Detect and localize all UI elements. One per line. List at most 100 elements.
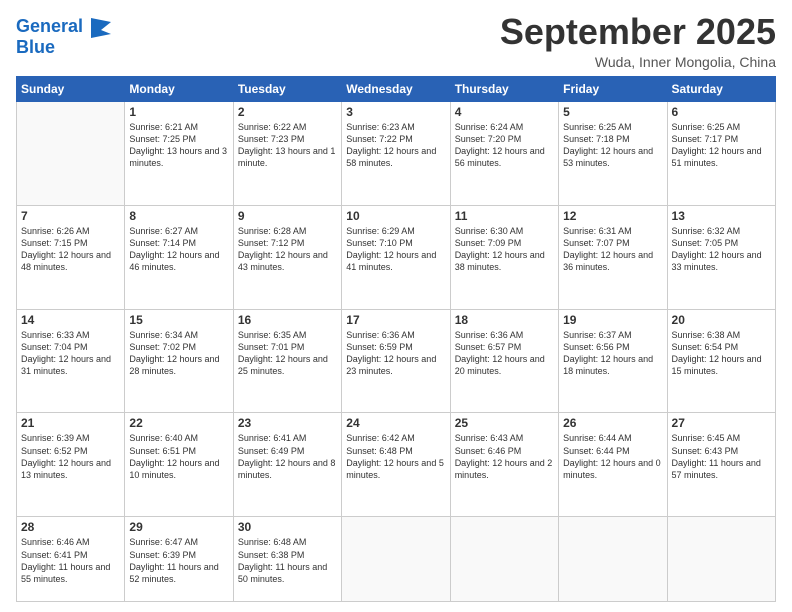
- week-row-2: 14 Sunrise: 6:33 AM Sunset: 7:04 PM Dayli…: [17, 309, 776, 413]
- day-info: Sunrise: 6:21 AM Sunset: 7:25 PM Dayligh…: [129, 121, 228, 170]
- day-cell: 11 Sunrise: 6:30 AM Sunset: 7:09 PM Dayli…: [450, 205, 558, 309]
- day-info: Sunrise: 6:23 AM Sunset: 7:22 PM Dayligh…: [346, 121, 445, 170]
- day-cell: 4 Sunrise: 6:24 AM Sunset: 7:20 PM Daylig…: [450, 101, 558, 205]
- day-number: 21: [21, 416, 120, 430]
- day-number: 13: [672, 209, 771, 223]
- day-info: Sunrise: 6:35 AM Sunset: 7:01 PM Dayligh…: [238, 329, 337, 378]
- day-cell: 19Sunrise: 6:37 AM Sunset: 6:56 PM Dayli…: [559, 309, 667, 413]
- day-cell: 16 Sunrise: 6:35 AM Sunset: 7:01 PM Dayli…: [233, 309, 341, 413]
- day-info: Sunrise: 6:32 AM Sunset: 7:05 PM Dayligh…: [672, 225, 771, 274]
- week-row-3: 21Sunrise: 6:39 AM Sunset: 6:52 PM Dayli…: [17, 413, 776, 517]
- day-number: 6: [672, 105, 771, 119]
- header-friday: Friday: [559, 76, 667, 101]
- logo-icon: [87, 16, 115, 38]
- day-cell: 20 Sunrise: 6:38 AM Sunset: 6:54 PM Dayli…: [667, 309, 775, 413]
- day-cell: 5 Sunrise: 6:25 AM Sunset: 7:18 PM Daylig…: [559, 101, 667, 205]
- day-cell: 15 Sunrise: 6:34 AM Sunset: 7:02 PM Dayli…: [125, 309, 233, 413]
- day-cell: 25 Sunrise: 6:43 AM Sunset: 6:46 PM Dayli…: [450, 413, 558, 517]
- day-info: Sunrise: 6:28 AM Sunset: 7:12 PM Dayligh…: [238, 225, 337, 274]
- day-number: 5: [563, 105, 662, 119]
- logo: General Blue: [16, 16, 115, 58]
- day-info: Sunrise: 6:25 AM Sunset: 7:17 PM Dayligh…: [672, 121, 771, 170]
- day-cell: 24Sunrise: 6:42 AM Sunset: 6:48 PM Dayli…: [342, 413, 450, 517]
- header-right: September 2025 Wuda, Inner Mongolia, Chi…: [500, 12, 776, 70]
- day-number: 19: [563, 313, 662, 327]
- day-info: Sunrise: 6:40 AM Sunset: 6:51 PM Dayligh…: [129, 432, 228, 481]
- day-info: Sunrise: 6:34 AM Sunset: 7:02 PM Dayligh…: [129, 329, 228, 378]
- day-number: 27: [672, 416, 771, 430]
- day-cell: 6 Sunrise: 6:25 AM Sunset: 7:17 PM Daylig…: [667, 101, 775, 205]
- day-number: 16: [238, 313, 337, 327]
- day-cell: [450, 517, 558, 602]
- day-cell: 27 Sunrise: 6:45 AM Sunset: 6:43 PM Dayli…: [667, 413, 775, 517]
- day-cell: 8Sunrise: 6:27 AM Sunset: 7:14 PM Daylig…: [125, 205, 233, 309]
- day-cell: [342, 517, 450, 602]
- logo-blue: Blue: [16, 38, 115, 58]
- day-number: 7: [21, 209, 120, 223]
- day-number: 1: [129, 105, 228, 119]
- day-cell: 18Sunrise: 6:36 AM Sunset: 6:57 PM Dayli…: [450, 309, 558, 413]
- day-info: Sunrise: 6:46 AM Sunset: 6:41 PM Dayligh…: [21, 536, 120, 585]
- header-thursday: Thursday: [450, 76, 558, 101]
- day-info: Sunrise: 6:26 AM Sunset: 7:15 PM Dayligh…: [21, 225, 120, 274]
- header-wednesday: Wednesday: [342, 76, 450, 101]
- day-number: 29: [129, 520, 228, 534]
- day-cell: 26Sunrise: 6:44 AM Sunset: 6:44 PM Dayli…: [559, 413, 667, 517]
- day-cell: 17 Sunrise: 6:36 AM Sunset: 6:59 PM Dayli…: [342, 309, 450, 413]
- day-info: Sunrise: 6:33 AM Sunset: 7:04 PM Dayligh…: [21, 329, 120, 378]
- day-number: 28: [21, 520, 120, 534]
- day-info: Sunrise: 6:31 AM Sunset: 7:07 PM Dayligh…: [563, 225, 662, 274]
- day-cell: 21Sunrise: 6:39 AM Sunset: 6:52 PM Dayli…: [17, 413, 125, 517]
- day-cell: 2 Sunrise: 6:22 AM Sunset: 7:23 PM Daylig…: [233, 101, 341, 205]
- day-info: Sunrise: 6:29 AM Sunset: 7:10 PM Dayligh…: [346, 225, 445, 274]
- day-cell: 1 Sunrise: 6:21 AM Sunset: 7:25 PM Daylig…: [125, 101, 233, 205]
- day-number: 26: [563, 416, 662, 430]
- day-number: 11: [455, 209, 554, 223]
- day-number: 25: [455, 416, 554, 430]
- header-saturday: Saturday: [667, 76, 775, 101]
- day-info: Sunrise: 6:45 AM Sunset: 6:43 PM Dayligh…: [672, 432, 771, 481]
- day-number: 30: [238, 520, 337, 534]
- day-cell: 9Sunrise: 6:28 AM Sunset: 7:12 PM Daylig…: [233, 205, 341, 309]
- weekday-header-row: Sunday Monday Tuesday Wednesday Thursday…: [17, 76, 776, 101]
- day-cell: 13 Sunrise: 6:32 AM Sunset: 7:05 PM Dayli…: [667, 205, 775, 309]
- day-number: 23: [238, 416, 337, 430]
- day-info: Sunrise: 6:24 AM Sunset: 7:20 PM Dayligh…: [455, 121, 554, 170]
- header-sunday: Sunday: [17, 76, 125, 101]
- day-info: Sunrise: 6:43 AM Sunset: 6:46 PM Dayligh…: [455, 432, 554, 481]
- day-info: Sunrise: 6:36 AM Sunset: 6:57 PM Dayligh…: [455, 329, 554, 378]
- logo-text: General: [16, 17, 83, 37]
- day-cell: 29Sunrise: 6:47 AM Sunset: 6:39 PM Dayli…: [125, 517, 233, 602]
- header-tuesday: Tuesday: [233, 76, 341, 101]
- header-monday: Monday: [125, 76, 233, 101]
- day-cell: [17, 101, 125, 205]
- day-info: Sunrise: 6:25 AM Sunset: 7:18 PM Dayligh…: [563, 121, 662, 170]
- day-number: 17: [346, 313, 445, 327]
- day-cell: 3Sunrise: 6:23 AM Sunset: 7:22 PM Daylig…: [342, 101, 450, 205]
- day-number: 22: [129, 416, 228, 430]
- day-number: 24: [346, 416, 445, 430]
- day-info: Sunrise: 6:38 AM Sunset: 6:54 PM Dayligh…: [672, 329, 771, 378]
- day-number: 10: [346, 209, 445, 223]
- day-info: Sunrise: 6:22 AM Sunset: 7:23 PM Dayligh…: [238, 121, 337, 170]
- day-info: Sunrise: 6:41 AM Sunset: 6:49 PM Dayligh…: [238, 432, 337, 481]
- page: General Blue September 2025 Wuda, Inner …: [0, 0, 792, 612]
- day-cell: 23 Sunrise: 6:41 AM Sunset: 6:49 PM Dayli…: [233, 413, 341, 517]
- day-cell: 14 Sunrise: 6:33 AM Sunset: 7:04 PM Dayli…: [17, 309, 125, 413]
- day-number: 8: [129, 209, 228, 223]
- day-number: 14: [21, 313, 120, 327]
- day-info: Sunrise: 6:48 AM Sunset: 6:38 PM Dayligh…: [238, 536, 337, 585]
- week-row-1: 7 Sunrise: 6:26 AM Sunset: 7:15 PM Daylig…: [17, 205, 776, 309]
- day-number: 2: [238, 105, 337, 119]
- day-cell: 12Sunrise: 6:31 AM Sunset: 7:07 PM Dayli…: [559, 205, 667, 309]
- day-cell: [559, 517, 667, 602]
- day-cell: 22 Sunrise: 6:40 AM Sunset: 6:51 PM Dayli…: [125, 413, 233, 517]
- day-info: Sunrise: 6:30 AM Sunset: 7:09 PM Dayligh…: [455, 225, 554, 274]
- day-number: 15: [129, 313, 228, 327]
- day-number: 20: [672, 313, 771, 327]
- day-info: Sunrise: 6:36 AM Sunset: 6:59 PM Dayligh…: [346, 329, 445, 378]
- location: Wuda, Inner Mongolia, China: [500, 54, 776, 70]
- week-row-0: 1 Sunrise: 6:21 AM Sunset: 7:25 PM Daylig…: [17, 101, 776, 205]
- day-number: 4: [455, 105, 554, 119]
- top-section: General Blue September 2025 Wuda, Inner …: [16, 12, 776, 70]
